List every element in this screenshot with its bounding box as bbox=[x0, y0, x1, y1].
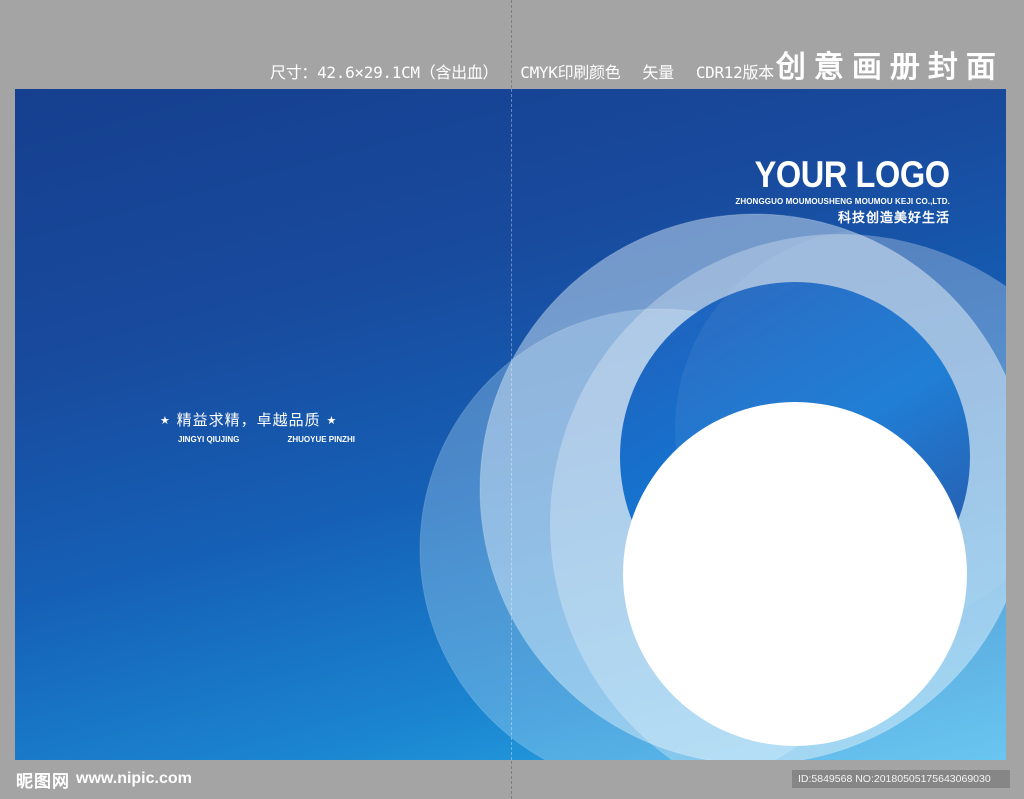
motto-block: ★ 精益求精，卓越品质 ★ JINGYI QIUJING ZHUOYUE PIN… bbox=[160, 409, 372, 446]
version-spec: CDR12版本 bbox=[695, 63, 774, 82]
star-icon: ★ bbox=[326, 414, 338, 427]
image-id-label: ID:5849568 NO:20180505175643069030 bbox=[792, 770, 1010, 788]
size-spec: 尺寸：42.6×29.1CM（含出血） bbox=[270, 63, 499, 82]
company-name: ZHONGGUO MOUMOUSHENG MOUMOU KEJI CO.,LTD… bbox=[735, 197, 950, 206]
color-spec: CMYK印刷颜色 bbox=[520, 63, 621, 82]
motto-pinyin-line: JINGYI QIUJING ZHUOYUE PINZHI bbox=[160, 434, 372, 446]
spine-fold-line bbox=[511, 89, 512, 760]
vector-spec: 矢量 bbox=[642, 63, 674, 82]
watermark-brand: 昵图网 bbox=[16, 771, 70, 791]
company-logo: YOUR LOGO ZHONGGUO MOUMOUSHENG MOUMOU KE… bbox=[728, 155, 950, 228]
logo-text: YOUR LOGO bbox=[754, 154, 950, 195]
star-icon: ★ bbox=[160, 414, 171, 427]
spec-header: 尺寸：42.6×29.1CM（含出血） CMYK印刷颜色 矢量 CDR12版本 … bbox=[270, 38, 1010, 88]
company-slogan: 科技创造美好生活 bbox=[837, 211, 950, 226]
site-watermark: 昵图网 www.nipic.com bbox=[16, 766, 192, 792]
motto-chinese: 精益求精，卓越品质 bbox=[176, 411, 321, 429]
motto-pinyin-right: ZHUOYUE PINZHI bbox=[287, 435, 355, 444]
motto-chinese-line: ★ 精益求精，卓越品质 ★ bbox=[160, 409, 372, 432]
watermark-url: www.nipic.com bbox=[76, 770, 192, 787]
white-photo-circle bbox=[623, 402, 967, 746]
motto-pinyin-left: JINGYI QIUJING bbox=[178, 435, 240, 444]
brochure-cover: YOUR LOGO ZHONGGUO MOUMOUSHENG MOUMOU KE… bbox=[15, 89, 1006, 760]
design-title: 创意画册封面 bbox=[775, 50, 1004, 85]
